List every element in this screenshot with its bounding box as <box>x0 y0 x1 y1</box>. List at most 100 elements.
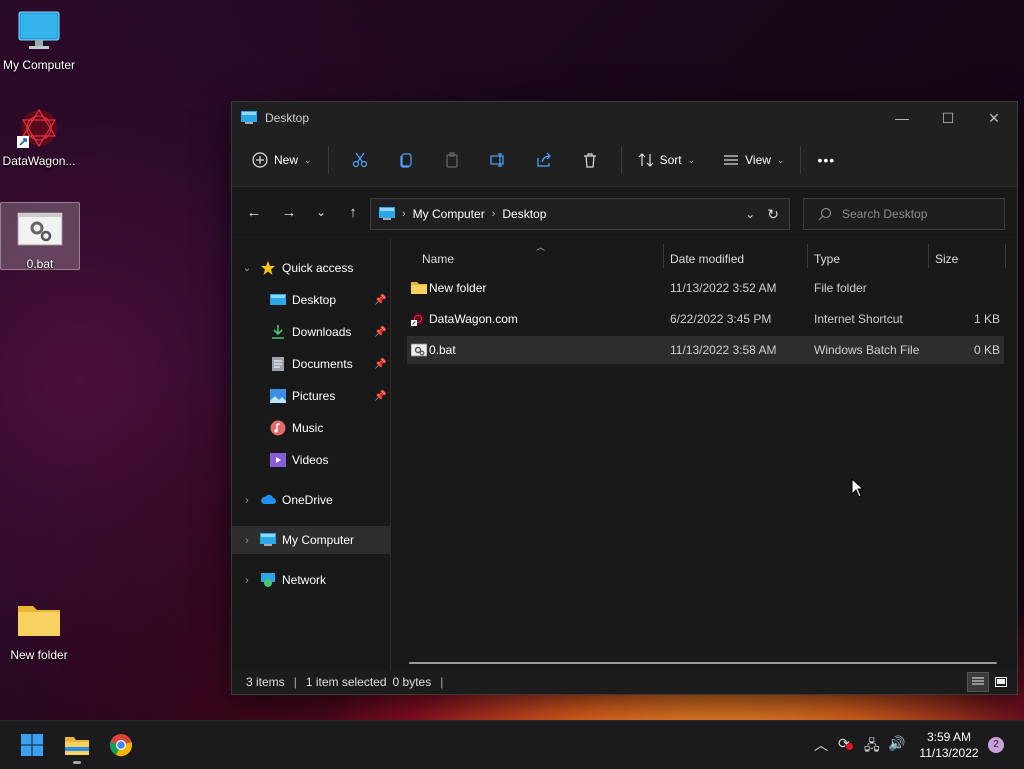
sidebar-item-onedrive[interactable]: › OneDrive <box>232 486 390 514</box>
cut-button[interactable] <box>345 144 375 176</box>
volume-icon[interactable]: 🔊 <box>888 735 905 752</box>
paste-button[interactable] <box>437 144 467 176</box>
refresh-icon[interactable]: ↻ <box>767 206 779 223</box>
taskbar-file-explorer[interactable] <box>61 729 93 764</box>
file-row-0-bat[interactable]: 0.bat 11/13/2022 3:58 AM Windows Batch F… <box>407 336 1004 364</box>
start-button[interactable] <box>16 729 48 761</box>
sidebar-item-music[interactable]: Music <box>232 414 390 442</box>
plus-circle-icon <box>252 152 268 168</box>
horizontal-scrollbar[interactable] <box>409 662 997 664</box>
file-date: 6/22/2022 3:45 PM <box>670 312 772 326</box>
details-view-icon <box>972 677 984 685</box>
title-bar[interactable]: Desktop — ☐ ✕ <box>232 102 1017 134</box>
show-hidden-icons-chevron-up-icon[interactable]: ︿ <box>814 735 828 755</box>
sync-icon[interactable]: ⟳ <box>838 735 853 752</box>
view-button[interactable]: View ⌄ <box>715 144 792 176</box>
minimize-button[interactable]: — <box>879 102 925 134</box>
copy-button[interactable] <box>391 144 421 176</box>
column-header-name[interactable]: Name <box>422 246 662 272</box>
breadcrumb-desktop[interactable]: Desktop <box>502 207 546 221</box>
folder-icon <box>15 600 63 644</box>
new-button[interactable]: New ⌄ <box>244 144 320 176</box>
network-icon <box>261 573 275 587</box>
column-divider[interactable] <box>1005 244 1006 268</box>
item-count: 3 items <box>246 675 285 689</box>
clock[interactable]: 3:59 AM 11/13/2022 <box>912 729 986 761</box>
notification-badge[interactable]: 2 <box>988 737 1004 753</box>
file-type: File folder <box>814 281 867 295</box>
status-separator: | <box>440 675 444 689</box>
back-button[interactable]: ← <box>238 196 270 228</box>
sync-error-dot <box>846 743 853 750</box>
sidebar-item-label: Network <box>282 573 327 587</box>
breadcrumb-separator: › <box>491 208 496 220</box>
breadcrumb-my-computer[interactable]: My Computer <box>413 207 485 221</box>
desktop-icon-new-folder[interactable]: New folder <box>0 600 78 663</box>
file-name: DataWagon.com <box>429 312 518 326</box>
desktop-icon-my-computer[interactable]: My Computer <box>0 10 78 73</box>
navigation-pane: ⌄ Quick access Desktop 📌 Downloads 📌 Doc… <box>232 238 391 670</box>
address-bar[interactable]: › My Computer › Desktop ⌄ ↻ <box>370 198 790 230</box>
recent-locations-button[interactable]: ⌄ <box>305 196 337 228</box>
scissors-icon <box>352 152 367 168</box>
window-title: Desktop <box>265 111 310 125</box>
file-name: New folder <box>429 281 487 295</box>
maximize-button[interactable]: ☐ <box>925 102 971 134</box>
column-header-size[interactable]: Size <box>935 246 1005 272</box>
selection-size: 0 bytes <box>392 675 432 689</box>
file-date: 11/13/2022 3:52 AM <box>670 281 777 295</box>
close-button[interactable]: ✕ <box>971 102 1017 134</box>
file-size: 0 KB <box>973 343 1000 357</box>
share-button[interactable] <box>529 144 559 176</box>
sort-button[interactable]: Sort ⌄ <box>630 144 704 176</box>
arrow-up-icon: ↑ <box>349 203 357 221</box>
chevron-down-icon[interactable]: ⌄ <box>240 263 254 274</box>
sidebar-item-documents[interactable]: Documents 📌 <box>232 350 390 378</box>
column-type-label: Type <box>814 252 841 266</box>
tiles-view-button[interactable] <box>991 673 1011 691</box>
download-icon <box>272 325 284 339</box>
network-status-icon[interactable]: 🖧 <box>864 735 880 759</box>
chevron-right-icon[interactable]: › <box>240 535 254 546</box>
column-header-type[interactable]: Type <box>814 246 928 272</box>
view-label: View <box>745 153 771 167</box>
view-lines-icon <box>724 155 739 165</box>
sidebar-item-downloads[interactable]: Downloads 📌 <box>232 318 390 346</box>
sidebar-item-label: Pictures <box>292 389 336 403</box>
sidebar-item-network[interactable]: › Network <box>232 566 390 594</box>
file-row-new-folder[interactable]: New folder 11/13/2022 3:52 AM File folde… <box>407 274 1004 302</box>
sidebar-item-label: Music <box>292 421 324 435</box>
cloud-icon <box>261 494 276 504</box>
column-divider[interactable] <box>807 244 808 268</box>
desktop-icon-datawagon[interactable]: DataWagon... <box>0 106 78 169</box>
sidebar-item-pictures[interactable]: Pictures 📌 <box>232 382 390 410</box>
rename-icon <box>489 153 504 167</box>
chevron-right-icon[interactable]: › <box>240 495 254 506</box>
forward-button[interactable]: → <box>273 196 305 228</box>
address-dropdown-icon[interactable]: ⌄ <box>745 207 755 221</box>
share-icon <box>536 152 551 167</box>
chevron-right-icon[interactable]: › <box>240 575 254 586</box>
sidebar-item-desktop[interactable]: Desktop 📌 <box>232 286 390 314</box>
column-header-date[interactable]: Date modified <box>670 246 808 272</box>
sidebar-item-quick-access[interactable]: ⌄ Quick access <box>232 254 390 282</box>
more-options-button[interactable]: ••• <box>809 144 843 176</box>
file-explorer-icon <box>65 737 89 755</box>
rename-button[interactable] <box>483 144 513 176</box>
sidebar-item-my-computer[interactable]: › My Computer <box>232 526 390 554</box>
chevron-down-icon: ⌄ <box>687 154 696 165</box>
windows-logo-icon <box>21 734 43 756</box>
details-view-button[interactable] <box>967 672 989 692</box>
column-divider[interactable] <box>928 244 929 268</box>
file-row-datawagon[interactable]: DataWagon.com 6/22/2022 3:45 PM Internet… <box>407 305 1004 333</box>
search-box[interactable]: Search Desktop <box>803 198 1005 230</box>
desktop-icon-0-bat[interactable]: 0.bat <box>0 202 80 271</box>
sidebar-item-label: Videos <box>292 453 329 467</box>
column-divider[interactable] <box>663 244 664 268</box>
up-button[interactable]: ↑ <box>337 196 369 228</box>
pin-icon: 📌 <box>374 326 387 338</box>
taskbar-chrome[interactable] <box>105 729 137 761</box>
sidebar-item-label: My Computer <box>282 533 355 547</box>
delete-button[interactable] <box>575 144 605 176</box>
sidebar-item-videos[interactable]: Videos <box>232 446 390 474</box>
